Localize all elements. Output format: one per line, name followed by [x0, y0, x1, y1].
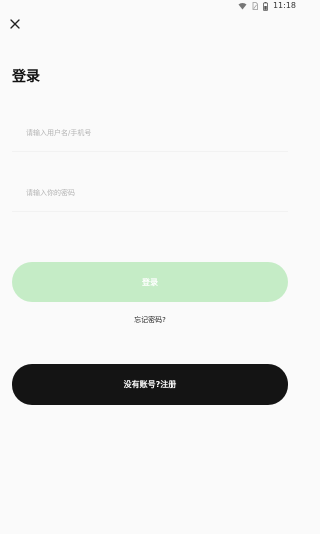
close-icon	[10, 19, 20, 29]
status-bar: 11:18	[0, 0, 300, 12]
close-button[interactable]	[6, 15, 24, 33]
password-field-wrapper	[12, 175, 288, 212]
username-input[interactable]	[12, 115, 288, 151]
register-button[interactable]: 没有账号?注册	[12, 364, 288, 405]
status-time: 11:18	[272, 1, 296, 10]
forgot-password-link[interactable]: 忘记密码?	[0, 315, 300, 325]
wifi-icon	[238, 2, 247, 10]
login-button[interactable]: 登录	[12, 262, 288, 302]
password-input[interactable]	[12, 175, 288, 211]
battery-icon	[263, 1, 268, 11]
sim-card-icon	[252, 2, 258, 10]
page-title: 登录	[12, 69, 40, 85]
username-field-wrapper	[12, 115, 288, 152]
